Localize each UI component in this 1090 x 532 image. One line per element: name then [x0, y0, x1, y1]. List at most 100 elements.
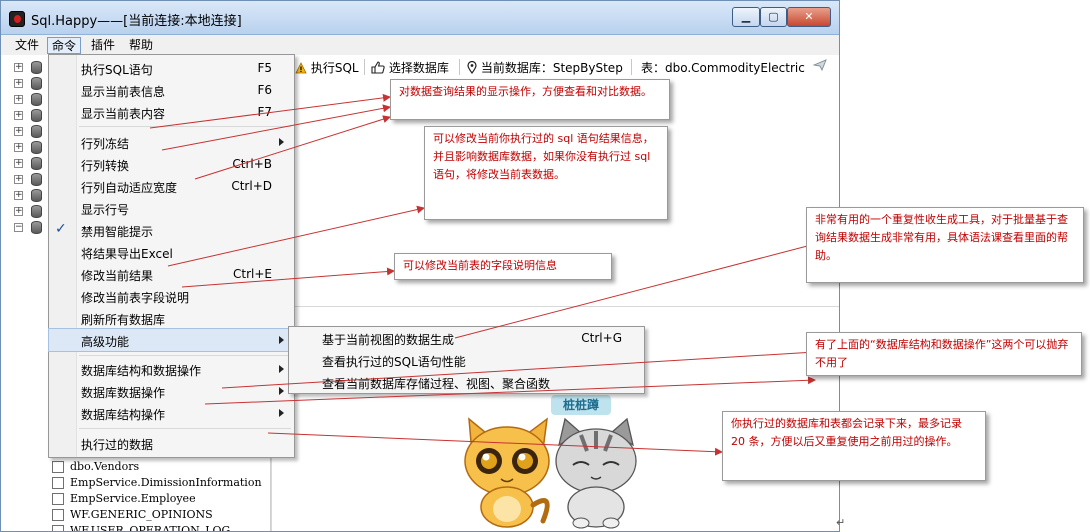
database-icon [31, 93, 42, 106]
menu-item-shortcut: F5 [257, 61, 272, 75]
expand-icon[interactable]: + [14, 159, 23, 168]
location-pin-icon [467, 60, 477, 75]
collapse-icon[interactable]: − [14, 223, 23, 232]
table-checkbox[interactable] [52, 477, 64, 489]
maximize-button[interactable]: ▢ [760, 7, 787, 27]
submenu-item-sql-performance[interactable]: 查看执行过的SQL语句性能 [289, 350, 644, 371]
table-name: WF.USER_OPERATION_LOG [70, 524, 231, 532]
execute-sql-label: 执行SQL [310, 61, 359, 75]
submenu-item-generate-data[interactable]: 基于当前视图的数据生成 Ctrl+G [289, 328, 644, 349]
current-database-indicator[interactable]: 当前数据库：StepByStep [467, 59, 623, 76]
menu-help[interactable]: 帮助 [125, 37, 157, 54]
menu-item-label: 行列自动适应宽度 [81, 181, 178, 195]
menu-item-label: 修改当前结果 [81, 269, 154, 283]
table-checkbox[interactable] [52, 493, 64, 505]
expand-icon[interactable]: + [14, 191, 23, 200]
table-checkbox[interactable] [52, 509, 64, 521]
menu-item-db-structure-and-data[interactable]: 数据库结构和数据操作 [49, 358, 294, 380]
close-button[interactable]: ✕ [787, 7, 831, 27]
tree-node[interactable]: + [14, 172, 44, 188]
menu-separator [79, 126, 291, 127]
submenu-item-shortcut: Ctrl+G [581, 331, 622, 345]
thumbs-up-icon [371, 61, 385, 74]
menu-command[interactable]: 命令 [47, 37, 82, 54]
menu-item-edit-result[interactable]: 修改当前结果 Ctrl+E [49, 263, 294, 285]
table-name: dbo.Vendors [70, 460, 140, 473]
menu-item-advanced[interactable]: 高级功能 [48, 328, 295, 352]
tree-node[interactable]: + [14, 204, 44, 220]
cat-mascots-image [464, 417, 637, 529]
select-database-button[interactable]: 选择数据库 [371, 59, 449, 76]
database-icon [31, 125, 42, 138]
menu-item-history[interactable]: 执行过的数据 [49, 432, 294, 454]
title-bar[interactable]: Sql.Happy——[当前连接:本地连接] ▁ ▢ ✕ [1, 1, 839, 35]
menu-item-db-data[interactable]: 数据库数据操作 [49, 380, 294, 402]
screenshot-page: Sql.Happy——[当前连接:本地连接] ▁ ▢ ✕ 文件 命令 插件 帮助… [0, 0, 1090, 532]
menu-item-freeze[interactable]: 行列冻结 [49, 131, 294, 153]
menu-item-refresh-databases[interactable]: 刷新所有数据库 [49, 307, 294, 329]
window-title: Sql.Happy——[当前连接:本地连接] [31, 14, 242, 29]
table-checkbox[interactable] [52, 461, 64, 473]
tree-node[interactable]: + [14, 108, 44, 124]
menu-item-label: 数据库数据操作 [81, 386, 166, 400]
callout-edit-result: 可以修改当前你执行过的 sql 语句结果信息，并且影响数据库数据，如果你没有执行… [424, 126, 668, 220]
command-menu: 执行SQL语句 F5 显示当前表信息 F6 显示当前表内容 F7 行列冻结 行列转换 C… [48, 54, 295, 458]
expand-icon[interactable]: + [14, 63, 23, 72]
menu-item-label: 显示当前表内容 [81, 107, 166, 121]
toolbar: 执行SQL 选择数据库 当前数据库：StepByStep 表：dbo.Commo… [295, 56, 839, 78]
menu-item-export-excel[interactable]: 将结果导出Excel [49, 241, 294, 263]
menu-file[interactable]: 文件 [11, 37, 43, 54]
tree-node[interactable]: + [14, 92, 44, 108]
expand-icon[interactable]: + [14, 207, 23, 216]
results-splitter[interactable] [271, 306, 839, 307]
execute-sql-button[interactable]: 执行SQL [295, 59, 359, 76]
menu-item-transpose[interactable]: 行列转换 Ctrl+B [49, 153, 294, 175]
advanced-submenu: 基于当前视图的数据生成 Ctrl+G 查看执行过的SQL语句性能 查看当前数据库存… [288, 326, 645, 394]
menu-item-disable-intellisense[interactable]: ✓ 禁用智能提示 [49, 219, 294, 241]
submenu-arrow-icon [279, 336, 284, 344]
expand-icon[interactable]: + [14, 79, 23, 88]
send-icon[interactable] [812, 59, 827, 74]
tree-node[interactable]: + [14, 60, 44, 76]
menu-separator [79, 428, 291, 429]
expand-icon[interactable]: + [14, 143, 23, 152]
tree-node-expanded[interactable]: − [14, 220, 44, 236]
tree-node[interactable]: + [14, 76, 44, 92]
select-database-label: 选择数据库 [388, 61, 449, 75]
expand-icon[interactable]: + [14, 127, 23, 136]
menu-item-shortcut: Ctrl+E [233, 267, 272, 281]
table-checkbox[interactable] [52, 525, 64, 531]
tree-node[interactable]: + [14, 188, 44, 204]
paper-plane-icon [812, 59, 827, 72]
table-list: dbo.Vendors EmpService.DimissionInformat… [49, 456, 271, 532]
tree-node[interactable]: + [14, 140, 44, 156]
tree-node[interactable]: + [14, 156, 44, 172]
menu-item-label: 数据库结构和数据操作 [81, 364, 202, 378]
app-logo-icon [9, 11, 25, 27]
menu-item-label: 执行过的数据 [81, 438, 154, 452]
tree-node[interactable]: + [14, 124, 44, 140]
submenu-item-label: 基于当前视图的数据生成 [322, 333, 455, 347]
expand-icon[interactable]: + [14, 175, 23, 184]
minimize-button[interactable]: ▁ [732, 7, 760, 27]
menu-item-execute-sql[interactable]: 执行SQL语句 F5 [49, 57, 294, 79]
menu-item-edit-field-description[interactable]: 修改当前表字段说明 [49, 285, 294, 307]
menu-item-show-table-content[interactable]: 显示当前表内容 F7 [49, 101, 294, 123]
current-table-label: 表：dbo.CommodityElectric [641, 61, 805, 75]
expand-icon[interactable]: + [14, 95, 23, 104]
check-icon: ✓ [55, 221, 67, 237]
mascot-illustration: 桩桩蹲 [455, 395, 655, 532]
menu-item-show-table-info[interactable]: 显示当前表信息 F6 [49, 79, 294, 101]
menu-item-label: 显示当前表信息 [81, 85, 166, 99]
menu-item-db-structure[interactable]: 数据库结构操作 [49, 402, 294, 424]
menu-plugins[interactable]: 插件 [87, 37, 119, 54]
submenu-item-view-procedures[interactable]: 查看当前数据库存储过程、视图、聚合函数 [289, 372, 644, 393]
menu-item-show-row-numbers[interactable]: 显示行号 [49, 197, 294, 219]
expand-icon[interactable]: + [14, 111, 23, 120]
database-icon [31, 61, 42, 74]
menu-item-autofit[interactable]: 行列自动适应宽度 Ctrl+D [49, 175, 294, 197]
menu-item-label: 高级功能 [81, 335, 130, 349]
toolbar-separator [459, 59, 460, 75]
database-icon [31, 157, 42, 170]
database-tree: + + + + + + + + + + − [1, 56, 49, 236]
